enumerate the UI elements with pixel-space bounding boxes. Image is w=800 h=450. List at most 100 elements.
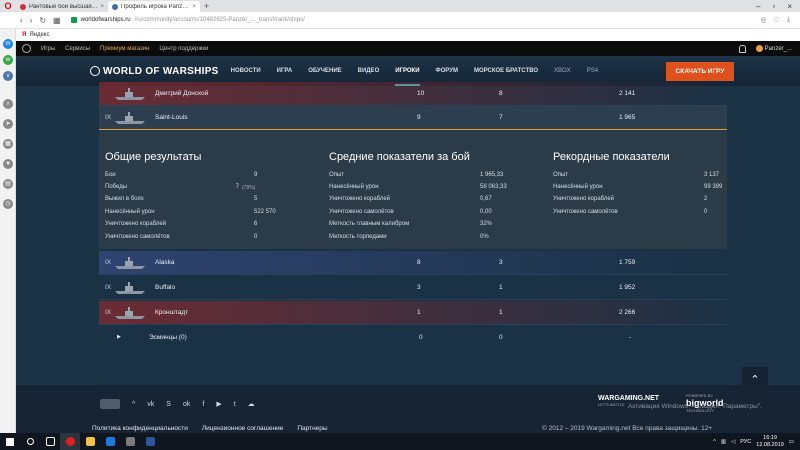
mail-icon[interactable] [100, 433, 120, 450]
premium-shop-link[interactable]: Премиум магазин [100, 46, 149, 52]
speed-dial-icon[interactable]: ▦ [3, 139, 13, 149]
opera-taskbar-icon[interactable] [60, 433, 80, 450]
clock-icon[interactable]: ◷ [3, 199, 13, 209]
license-agreement-link[interactable]: Лицензионное соглашение [202, 425, 283, 432]
games-menu[interactable]: Игры [41, 46, 55, 52]
network-icon[interactable]: ▥ [721, 439, 726, 445]
notifications-icon[interactable]: ▭ [789, 439, 794, 445]
tab-title: Рантовые бои высшая ли... [29, 3, 99, 10]
stat-label: Уничтожено самолётов [553, 209, 618, 215]
send-icon[interactable]: ➤ [3, 119, 13, 129]
ship-battles: 9 [417, 114, 421, 121]
stat-label: Уничтожено кораблей [105, 221, 167, 227]
browser-tab-2[interactable]: Профиль игрока Panzer_... × [108, 1, 200, 12]
clock-date: 12.08.2019 [756, 441, 784, 448]
stat-label: Нанесённый урон [553, 184, 603, 190]
facebook-icon[interactable]: f [202, 401, 204, 408]
stat-value: 9 [254, 172, 258, 178]
ship-name: Дмитрий Донской [155, 90, 209, 97]
region-map-icon[interactable] [100, 399, 120, 409]
ship-image [113, 304, 147, 322]
maximize-icon[interactable]: ▫ [772, 2, 775, 11]
vk-icon[interactable]: vk [147, 401, 154, 408]
chevron-up-icon[interactable]: ^ [132, 401, 135, 408]
heart-icon[interactable]: ♡ [774, 16, 780, 24]
notifications-icon[interactable] [738, 44, 746, 53]
file-explorer-icon[interactable] [80, 433, 100, 450]
stat-value: 7 [235, 184, 239, 190]
youtube-icon[interactable]: ▶ [216, 400, 221, 408]
messenger-icon[interactable]: m [3, 39, 13, 49]
stat-value: 522 570 [254, 209, 276, 215]
vk-icon[interactable]: v [3, 71, 13, 81]
url-field[interactable]: worldofwarships.ru/ru/community/accounts… [70, 17, 761, 23]
opera-menu-icon[interactable]: O [0, 0, 16, 12]
wargaming-logo-icon[interactable] [22, 44, 31, 53]
anchor-icon [90, 66, 100, 76]
odnoklassniki-icon[interactable]: ok [183, 401, 190, 408]
ship-battles: 8 [417, 259, 421, 266]
minimize-icon[interactable]: – [756, 2, 760, 11]
ship-wins: 7 [499, 114, 503, 121]
ship-image [113, 109, 147, 127]
reload-icon[interactable]: ↻ [39, 16, 46, 25]
download-game-button[interactable]: СКАЧАТЬ ИГРУ [666, 62, 734, 81]
word-icon[interactable] [140, 433, 160, 450]
search-icon[interactable] [20, 433, 40, 450]
speed-dial-icon[interactable]: ▦ [53, 16, 61, 25]
stat-label: Меткость торпедами [329, 234, 387, 240]
language-indicator[interactable]: РУС [740, 439, 751, 445]
soundcloud-icon[interactable]: ☁ [248, 400, 255, 408]
twitter-icon[interactable]: t [234, 401, 236, 408]
partners-link[interactable]: Партнеры [297, 425, 327, 432]
ship-tier: IX [105, 114, 112, 121]
ship-row-alaska[interactable]: IX Alaska 8 3 1 759 [99, 251, 727, 275]
new-tab-icon[interactable]: + [204, 1, 209, 11]
task-view-icon[interactable] [40, 433, 60, 450]
close-tab-icon[interactable]: × [100, 4, 104, 10]
expand-triangle-icon[interactable]: ▶ [117, 334, 121, 340]
ship-name: Кронштадт [155, 309, 189, 316]
volume-icon[interactable]: ◁ [731, 439, 735, 445]
ship-battles: 1 [417, 309, 421, 316]
user-menu[interactable]: Panzer_... [755, 44, 792, 52]
forward-icon[interactable]: › [30, 16, 33, 25]
close-window-icon[interactable]: × [787, 2, 792, 11]
camera-icon[interactable]: ◎ [761, 16, 767, 24]
whatsapp-icon[interactable]: w [3, 55, 13, 65]
services-menu[interactable]: Сервисы [65, 46, 90, 52]
stat-label: Нанесённый урон [105, 209, 155, 215]
destroyers-battles: 0 [419, 334, 423, 341]
stat-value: 0,67 [480, 196, 492, 202]
support-link[interactable]: Центр поддержки [159, 46, 208, 52]
ship-row-saint-louis[interactable]: IX Saint-Louis 9 7 1 965 [99, 106, 727, 130]
ship-wins: 8 [499, 90, 503, 97]
history-icon[interactable]: ▤ [3, 179, 13, 189]
skype-icon[interactable]: S [166, 401, 171, 408]
chevron-up-icon[interactable]: ^ [713, 439, 716, 445]
ship-battles: 10 [417, 90, 425, 97]
store-icon[interactable] [120, 433, 140, 450]
ship-tier: IX [105, 259, 112, 266]
privacy-policy-link[interactable]: Политика конфиденциальности [92, 425, 188, 432]
wows-logo[interactable]: WORLD OF WARSHIPS [90, 66, 219, 77]
browser-tab-1[interactable]: Рантовые бои высшая ли... × [16, 1, 108, 12]
destroyers-group-row[interactable]: ▶ Эсминцы (0) 0 0 - [99, 326, 727, 350]
ship-row-donskoy[interactable]: Дмитрий Донской 10 8 2 141 [99, 82, 727, 106]
heart-icon[interactable]: ♥ [3, 159, 13, 169]
ship-wins: 3 [499, 259, 503, 266]
clock[interactable]: 16:19 12.08.2019 [756, 435, 784, 449]
address-bar: ‹ › ↻ ▦ worldofwarships.ru/ru/community/… [0, 12, 800, 29]
logo-text: WORLD OF WARSHIPS [103, 65, 219, 77]
start-icon[interactable] [0, 433, 20, 450]
back-icon[interactable]: ‹ [20, 16, 23, 25]
download-icon[interactable]: ⤓ [787, 16, 790, 24]
ship-row-kronshtadt[interactable]: IX Кронштадт 1 1 2 266 [99, 301, 727, 325]
bookmark-yandex[interactable]: Яндекс [29, 32, 49, 38]
ship-name: Saint-Louis [155, 114, 188, 121]
stat-label: Опыт [553, 172, 568, 178]
ship-row-buffalo[interactable]: IX Buffalo 3 1 1 952 [99, 276, 727, 300]
close-tab-icon[interactable]: × [192, 4, 196, 10]
windows-activation-watermark: Активация Windows — раздел "Параметры". [628, 403, 762, 410]
search-icon[interactable]: ⌕ [3, 99, 13, 109]
